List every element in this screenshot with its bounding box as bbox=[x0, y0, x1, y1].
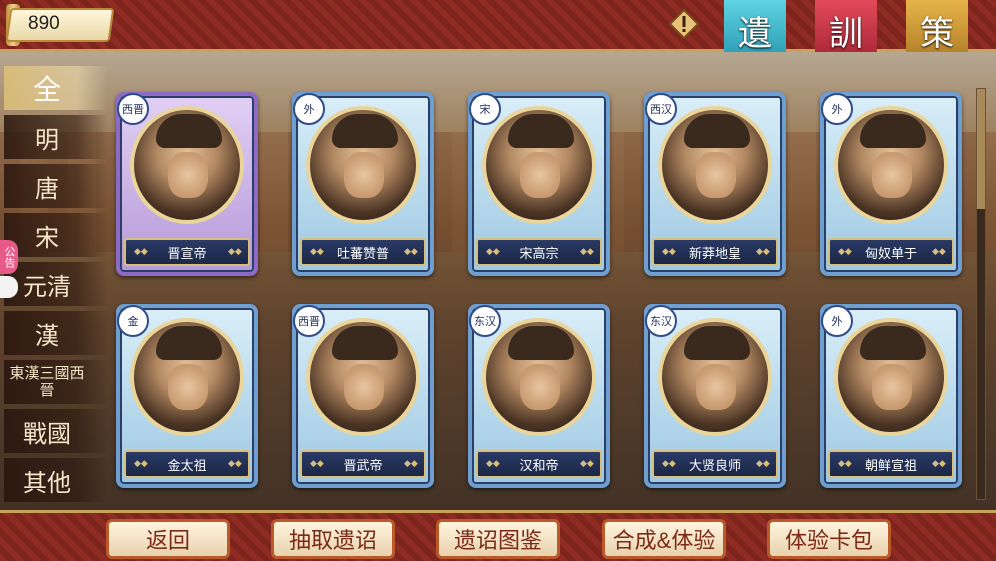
back-button[interactable]: 返回 bbox=[106, 519, 230, 559]
name-plate: ◆◆ 朝鲜宣祖 ◆◆ bbox=[828, 450, 954, 478]
ornament-icon: ◆◆ bbox=[932, 459, 946, 469]
dynasty-badge: 西汉 bbox=[645, 93, 677, 125]
ornament-icon: ◆◆ bbox=[662, 247, 676, 257]
notice-tab[interactable]: 公告 bbox=[0, 240, 18, 274]
trial-card-pack-button[interactable]: 体验卡包 bbox=[767, 519, 891, 559]
filter-warring-states[interactable]: 戰國 bbox=[4, 409, 108, 453]
synthesize-trial-button[interactable]: 合成&体验 bbox=[602, 519, 726, 559]
ornament-icon: ◆◆ bbox=[228, 247, 242, 257]
name-plate: ◆◆ 金太祖 ◆◆ bbox=[124, 450, 250, 478]
name-plate: ◆◆ 晋宣帝 ◆◆ bbox=[124, 238, 250, 266]
name-plate: ◆◆ 宋高宗 ◆◆ bbox=[476, 238, 602, 266]
dynasty-badge: 东汉 bbox=[469, 305, 501, 337]
scrollbar[interactable] bbox=[976, 88, 986, 500]
name-plate: ◆◆ 大贤良师 ◆◆ bbox=[652, 450, 778, 478]
ornament-icon: ◆◆ bbox=[486, 247, 500, 257]
portrait-image bbox=[834, 318, 948, 436]
card-name: 朝鲜宣祖 bbox=[864, 458, 917, 474]
portrait-image bbox=[482, 106, 596, 224]
emperor-card[interactable]: 西晋 ◆◆ 晋宣帝 ◆◆ bbox=[116, 92, 258, 276]
filter-han[interactable]: 漢 bbox=[4, 311, 108, 355]
emperor-card[interactable]: 西晋 ◆◆ 晋武帝 ◆◆ bbox=[292, 304, 434, 488]
name-plate: ◆◆ 晋武帝 ◆◆ bbox=[300, 450, 426, 478]
ornament-icon: ◆◆ bbox=[228, 459, 242, 469]
ornament-icon: ◆◆ bbox=[756, 459, 770, 469]
emperor-card[interactable]: 外 ◆◆ 朝鲜宣祖 ◆◆ bbox=[820, 304, 962, 488]
ornament-icon: ◆◆ bbox=[134, 247, 148, 257]
dynasty-badge: 宋 bbox=[469, 93, 501, 125]
filter-ming[interactable]: 明 bbox=[4, 115, 108, 159]
ornament-icon: ◆◆ bbox=[134, 459, 148, 469]
card-name: 金太祖 bbox=[167, 458, 207, 474]
ornament-icon: ◆◆ bbox=[404, 247, 418, 257]
portrait-image bbox=[658, 318, 772, 436]
dynasty-badge: 东汉 bbox=[645, 305, 677, 337]
ornament-icon: ◆◆ bbox=[310, 459, 324, 469]
emperor-card[interactable]: 东汉 ◆◆ 汉和帝 ◆◆ bbox=[468, 304, 610, 488]
card-name: 新莽地皇 bbox=[688, 246, 741, 262]
emperor-card[interactable]: 宋 ◆◆ 宋高宗 ◆◆ bbox=[468, 92, 610, 276]
ornament-icon: ◆◆ bbox=[404, 459, 418, 469]
card-grid: 西晋 ◆◆ 晋宣帝 ◆◆ 外 ◆◆ 吐蕃赞普 ◆◆ 宋 ◆◆ 宋高宗 ◆◆ 西汉… bbox=[116, 92, 972, 496]
dynasty-badge: 金 bbox=[117, 305, 149, 337]
draw-edict-button[interactable]: 抽取遗诏 bbox=[271, 519, 395, 559]
emperor-card[interactable]: 外 ◆◆ 匈奴单于 ◆◆ bbox=[820, 92, 962, 276]
card-name: 晋宣帝 bbox=[167, 246, 207, 262]
emperor-card[interactable]: 金 ◆◆ 金太祖 ◆◆ bbox=[116, 304, 258, 488]
card-name: 汉和帝 bbox=[519, 458, 559, 474]
ornament-icon: ◆◆ bbox=[662, 459, 676, 469]
filter-tang[interactable]: 唐 bbox=[4, 164, 108, 208]
dynasty-badge: 外 bbox=[821, 305, 853, 337]
name-plate: ◆◆ 新莽地皇 ◆◆ bbox=[652, 238, 778, 266]
ornament-icon: ◆◆ bbox=[486, 459, 500, 469]
filter-other[interactable]: 其他 bbox=[4, 458, 108, 502]
portrait-image bbox=[834, 106, 948, 224]
dynasty-filter-sidebar: 全 明 唐 宋 元清 漢 東漢三國西晉 戰國 其他 bbox=[4, 66, 108, 507]
ornament-icon: ◆◆ bbox=[838, 459, 852, 469]
name-plate: ◆◆ 汉和帝 ◆◆ bbox=[476, 450, 602, 478]
filter-eastern-han-three-kingdoms-western-jin[interactable]: 東漢三國西晉 bbox=[4, 360, 108, 404]
ornament-icon: ◆◆ bbox=[580, 247, 594, 257]
dynasty-badge: 外 bbox=[821, 93, 853, 125]
ornament-icon: ◆◆ bbox=[310, 247, 324, 257]
filter-yuan-qing[interactable]: 元清 bbox=[4, 262, 108, 306]
emperor-card[interactable]: 东汉 ◆◆ 大贤良师 ◆◆ bbox=[644, 304, 786, 488]
card-name: 宋高宗 bbox=[519, 246, 559, 262]
bottom-bar: 返回 抽取遗诏 遗诏图鉴 合成&体验 体验卡包 bbox=[0, 510, 996, 561]
name-plate: ◆◆ 匈奴单于 ◆◆ bbox=[828, 238, 954, 266]
emperor-card[interactable]: 外 ◆◆ 吐蕃赞普 ◆◆ bbox=[292, 92, 434, 276]
card-name: 匈奴单于 bbox=[864, 246, 917, 262]
name-plate: ◆◆ 吐蕃赞普 ◆◆ bbox=[300, 238, 426, 266]
currency-value: 890 bbox=[28, 13, 60, 34]
portrait-image bbox=[482, 318, 596, 436]
scroll-thumb[interactable] bbox=[977, 89, 985, 209]
edict-catalog-button[interactable]: 遗诏图鉴 bbox=[436, 519, 560, 559]
currency-counter bbox=[5, 8, 115, 42]
portrait-image bbox=[658, 106, 772, 224]
ornament-icon: ◆◆ bbox=[932, 247, 946, 257]
filter-song[interactable]: 宋 bbox=[4, 213, 108, 257]
dynasty-badge: 外 bbox=[293, 93, 325, 125]
card-name: 晋武帝 bbox=[343, 458, 383, 474]
card-name: 吐蕃赞普 bbox=[336, 246, 389, 262]
dynasty-badge: 西晋 bbox=[293, 305, 325, 337]
filter-all[interactable]: 全 bbox=[4, 66, 108, 110]
dynasty-badge: 西晋 bbox=[117, 93, 149, 125]
ornament-icon: ◆◆ bbox=[580, 459, 594, 469]
face-icon[interactable] bbox=[0, 276, 18, 298]
portrait-image bbox=[130, 318, 244, 436]
ornament-icon: ◆◆ bbox=[756, 247, 770, 257]
exclamation-icon[interactable] bbox=[668, 8, 700, 40]
ornament-icon: ◆◆ bbox=[838, 247, 852, 257]
emperor-card[interactable]: 西汉 ◆◆ 新莽地皇 ◆◆ bbox=[644, 92, 786, 276]
portrait-image bbox=[306, 318, 420, 436]
card-name: 大贤良师 bbox=[688, 458, 741, 474]
portrait-image bbox=[130, 106, 244, 224]
portrait-image bbox=[306, 106, 420, 224]
